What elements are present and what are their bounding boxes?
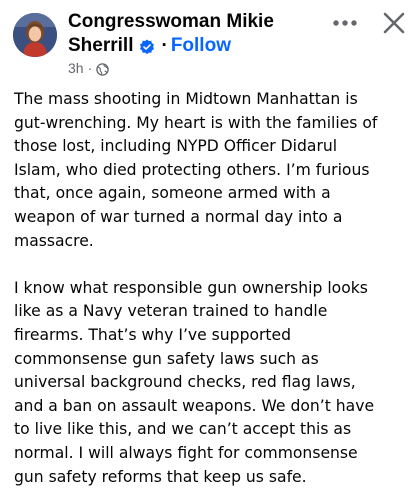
meta-separator: · bbox=[87, 60, 93, 76]
avatar-image bbox=[13, 13, 57, 57]
avatar[interactable] bbox=[13, 13, 57, 57]
close-icon bbox=[383, 12, 405, 34]
more-options-button[interactable] bbox=[330, 10, 360, 36]
more-horizontal-icon bbox=[333, 20, 357, 26]
author-name-line1[interactable]: Congresswoman Mikie bbox=[68, 10, 318, 34]
verified-badge-icon bbox=[139, 38, 155, 55]
separator-dot: · bbox=[161, 35, 168, 56]
post-paragraph-2: I know what responsible gun ownership lo… bbox=[14, 278, 375, 486]
post-body: The mass shooting in Midtown Manhattan i… bbox=[14, 88, 409, 489]
close-button[interactable] bbox=[379, 8, 409, 38]
post-card: Congresswoman Mikie Sherrill · Follow 3h… bbox=[0, 0, 417, 500]
author-name-row: Sherrill · Follow bbox=[68, 34, 318, 58]
post-meta: 3h · bbox=[68, 59, 318, 77]
author-name-line2[interactable]: Sherrill bbox=[68, 34, 133, 58]
timestamp[interactable]: 3h bbox=[68, 59, 84, 77]
follow-button[interactable]: Follow bbox=[171, 34, 231, 58]
post-paragraph-1: The mass shooting in Midtown Manhattan i… bbox=[14, 90, 378, 250]
post-header: Congresswoman Mikie Sherrill · Follow 3h… bbox=[0, 0, 417, 80]
author-block: Congresswoman Mikie Sherrill · Follow 3h… bbox=[68, 10, 318, 77]
globe-icon bbox=[96, 62, 109, 76]
